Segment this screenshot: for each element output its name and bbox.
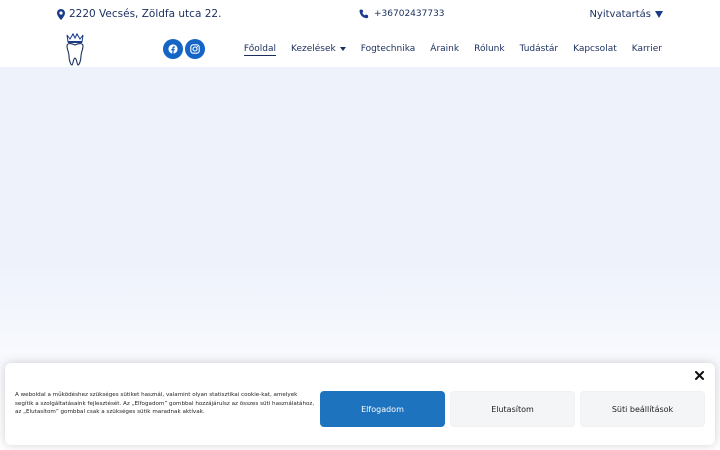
nav-item-kezelesek[interactable]: Kezelések <box>291 44 346 54</box>
nav-item-label: Rólunk <box>474 44 505 54</box>
cookie-consent-banner: A weboldal a működéshez szükséges sütike… <box>5 363 715 445</box>
triangle-down-icon <box>655 11 663 18</box>
address-link[interactable]: 2220 Vecsés, Zöldfa utca 22. <box>57 8 221 20</box>
cookie-message: A weboldal a működéshez szükséges sütike… <box>15 392 315 416</box>
cookie-settings-button[interactable]: Süti beállítások <box>580 391 705 427</box>
facebook-icon <box>168 44 178 54</box>
main-navigation: Főoldal Kezelések Fogtechnika Áraink Ról… <box>243 31 662 67</box>
opening-hours-label: Nyitvatartás <box>589 9 651 20</box>
site-logo[interactable] <box>63 32 87 66</box>
nav-item-label: Kezelések <box>290 44 336 54</box>
instagram-icon <box>190 44 200 54</box>
cookie-deny-button[interactable]: Elutasítom <box>450 391 575 427</box>
caret-down-icon <box>339 47 346 51</box>
nav-item-label: Tudástár <box>519 44 559 54</box>
nav-item-label: Főoldal <box>243 44 276 54</box>
address-text: 2220 Vecsés, Zöldfa utca 22. <box>69 8 222 20</box>
close-icon <box>694 370 704 380</box>
map-pin-icon <box>57 8 65 20</box>
nav-item-label: Fogtechnika <box>360 44 416 54</box>
nav-item-label: Áraink <box>430 44 460 54</box>
cookie-close-button[interactable] <box>693 369 705 381</box>
nav-item-label: Karrier <box>631 44 662 54</box>
instagram-button[interactable] <box>185 39 205 59</box>
phone-text: +36702437733 <box>374 9 445 19</box>
nav-item-fogtechnika[interactable]: Fogtechnika <box>361 44 416 54</box>
nav-item-rolunk[interactable]: Rólunk <box>474 44 504 54</box>
nav-item-karrier[interactable]: Karrier <box>632 44 662 54</box>
phone-link[interactable]: +36702437733 <box>359 9 445 19</box>
tooth-crown-logo-icon <box>66 32 84 66</box>
nav-item-kapcsolat[interactable]: Kapcsolat <box>573 44 617 54</box>
phone-icon <box>359 9 369 19</box>
opening-hours-toggle[interactable]: Nyitvatartás <box>589 9 663 20</box>
nav-item-tudastar[interactable]: Tudástár <box>520 44 559 54</box>
nav-item-araink[interactable]: Áraink <box>430 44 459 54</box>
nav-item-fooldal[interactable]: Főoldal <box>243 44 276 56</box>
nav-item-label: Kapcsolat <box>573 44 617 54</box>
top-info-bar: 2220 Vecsés, Zöldfa utca 22. +3670243773… <box>0 0 720 31</box>
facebook-button[interactable] <box>163 39 183 59</box>
cookie-accept-button[interactable]: Elfogadom <box>320 391 445 427</box>
site-header: Főoldal Kezelések Fogtechnika Áraink Ról… <box>0 31 720 67</box>
